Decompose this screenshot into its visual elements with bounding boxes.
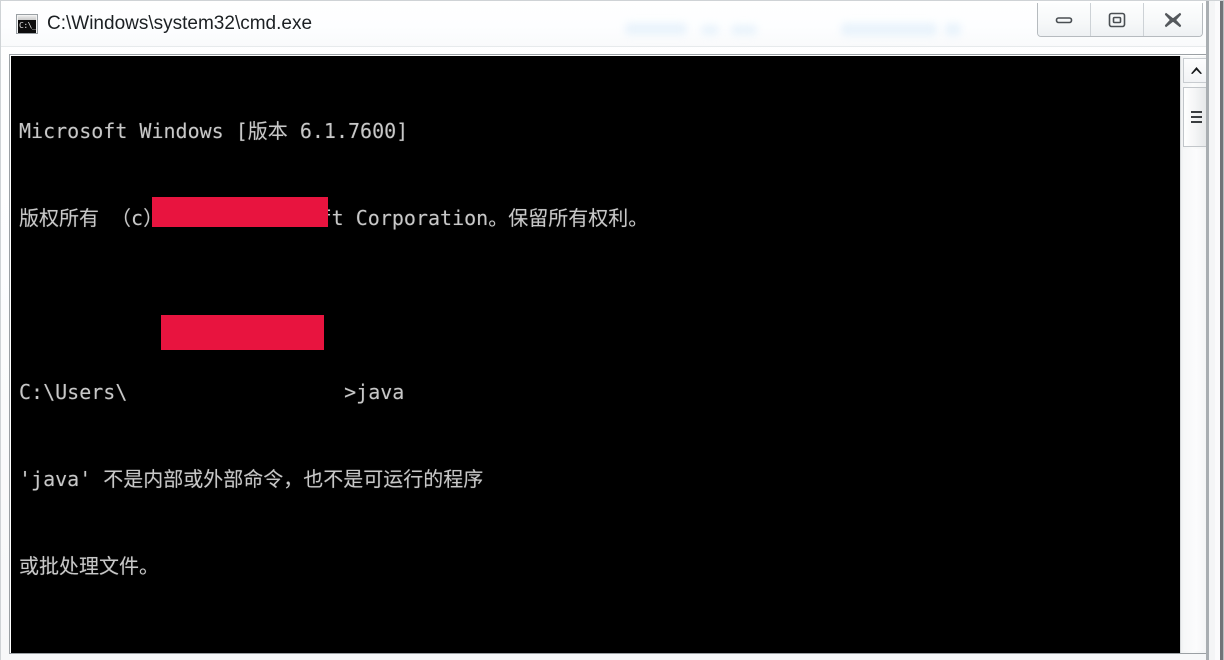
console-line-error: 'java' 不是内部或外部命令，也不是可运行的程序 [19,467,484,491]
titlebar-divider [1,46,1223,47]
close-icon [1164,12,1182,27]
console-output[interactable]: Microsoft Windows [版本 6.1.7600] 版权所有 （c）… [11,56,1181,653]
redaction-block-username [152,197,328,227]
restore-button[interactable] [1091,3,1144,36]
chevron-up-icon [1191,67,1202,74]
window-controls [1037,3,1203,37]
watermark-artifact [841,23,937,36]
window-title: C:\Windows\system32\cmd.exe [47,13,313,34]
icon-prompt-glyph: C:\_ [19,21,37,30]
console-line: 版权所有 （c） 2009 Microsoft Corporation。保留所有… [19,206,649,230]
cmd-console-icon: C:\_ [16,14,38,34]
console-line-error: 或批处理文件。 [19,554,159,578]
cmd-window: C:\_ C:\Windows\system32\cmd.exe Microso… [0,0,1224,660]
minimize-button[interactable] [1038,3,1091,36]
console-text-block: Microsoft Windows [版本 6.1.7600] 版权所有 （c）… [19,59,648,653]
restore-icon [1108,12,1126,27]
scrollbar-grip-icon [1191,111,1202,123]
minimize-icon [1055,16,1073,23]
watermark-artifact [731,25,757,35]
watermark-artifact [625,23,687,35]
title-bar[interactable]: C:\_ C:\Windows\system32\cmd.exe [1,1,1223,47]
window-frame-edge [1220,1,1223,660]
console-client-area: Microsoft Windows [版本 6.1.7600] 版权所有 （c）… [9,54,1213,654]
redaction-block-username [161,315,324,350]
console-line-prompt-command: C:\Users\ >java [19,380,405,404]
close-button[interactable] [1144,3,1202,36]
console-line: Microsoft Windows [版本 6.1.7600] [19,119,409,143]
watermark-artifact [701,25,719,35]
watermark-artifact [945,23,961,36]
